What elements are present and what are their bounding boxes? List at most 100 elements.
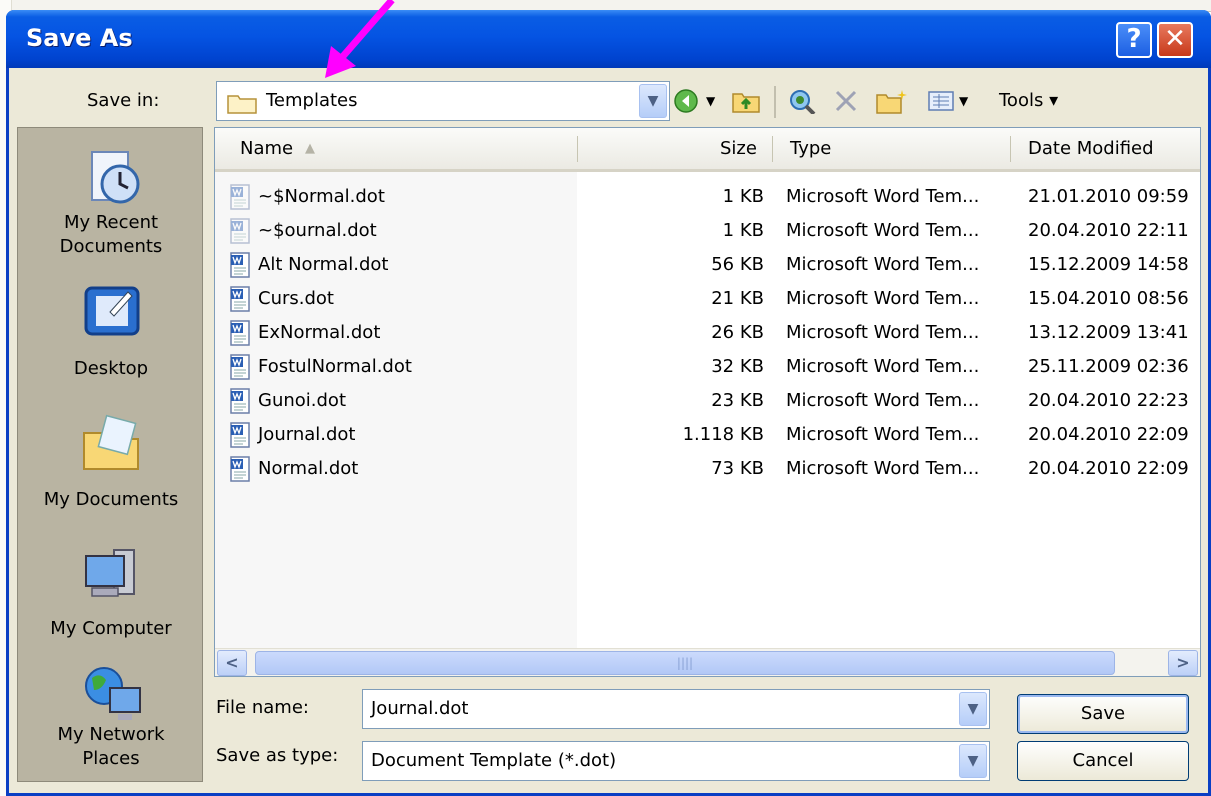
window-title: Save As: [26, 24, 133, 52]
word-template-icon: [230, 388, 250, 414]
column-header-size[interactable]: Size: [720, 138, 757, 159]
desktop-icon: [84, 286, 140, 336]
scrollbar-thumb[interactable]: ||||: [255, 651, 1115, 675]
file-type: Microsoft Word Tem...: [786, 458, 980, 479]
chevron-down-icon[interactable]: ▼: [639, 84, 667, 118]
word-template-icon: [230, 422, 250, 448]
place-my-documents[interactable]: My Documents: [18, 403, 204, 523]
chevron-down-icon[interactable]: ▼: [959, 744, 987, 778]
word-template-icon: [230, 456, 250, 482]
column-separator: [577, 136, 578, 162]
network-places-icon: [85, 667, 141, 720]
views-dropdown-icon[interactable]: ▼: [959, 94, 968, 120]
save-as-type-label: Save as type:: [216, 745, 339, 766]
word-template-icon: [230, 286, 250, 312]
place-label: My Computer: [50, 618, 172, 639]
file-size: 56 KB: [711, 254, 764, 275]
chevron-down-icon[interactable]: ▼: [959, 692, 987, 726]
file-row[interactable]: Journal.dot 1.118 KB Microsoft Word Tem...…: [215, 419, 1200, 453]
place-label: Documents: [59, 236, 163, 257]
word-template-icon: [230, 218, 250, 244]
tools-menu[interactable]: Tools ▾: [999, 90, 1058, 111]
file-date-modified: 20.04.2010 22:11: [1028, 220, 1189, 241]
place-label: Desktop: [73, 358, 149, 379]
file-type: Microsoft Word Tem...: [786, 288, 980, 309]
file-name: FostulNormal.dot: [258, 356, 412, 377]
word-template-icon: [230, 354, 250, 380]
file-name: ~$ournal.dot: [258, 220, 377, 241]
back-icon[interactable]: [673, 88, 699, 114]
word-template-icon: [230, 320, 250, 346]
file-size: 26 KB: [711, 322, 764, 343]
column-separator: [772, 136, 773, 162]
place-label: My Recent: [63, 212, 159, 233]
new-folder-icon[interactable]: [875, 88, 907, 114]
file-date-modified: 15.12.2009 14:58: [1028, 254, 1189, 275]
sort-ascending-icon: ▲: [305, 141, 315, 156]
word-template-icon: [230, 252, 250, 278]
save-in-dropdown[interactable]: Templates ▼: [216, 81, 670, 121]
place-my-computer[interactable]: My Computer: [18, 536, 204, 656]
file-date-modified: 20.04.2010 22:09: [1028, 424, 1189, 445]
search-web-icon[interactable]: [787, 88, 817, 114]
file-name: Gunoi.dot: [258, 390, 346, 411]
save-in-label: Save in:: [87, 90, 160, 111]
file-row[interactable]: ExNormal.dot 26 KB Microsoft Word Tem... 13…: [215, 317, 1200, 351]
file-row[interactable]: Curs.dot 21 KB Microsoft Word Tem... 15.04.…: [215, 283, 1200, 317]
file-size: 23 KB: [711, 390, 764, 411]
column-header-type[interactable]: Type: [790, 138, 831, 159]
file-date-modified: 20.04.2010 22:23: [1028, 390, 1189, 411]
back-dropdown-icon[interactable]: ▼: [706, 94, 715, 120]
title-bar[interactable]: Save As ? ✕: [6, 10, 1211, 68]
file-row[interactable]: Normal.dot 73 KB Microsoft Word Tem... 20.0…: [215, 453, 1200, 487]
file-type: Microsoft Word Tem...: [786, 322, 980, 343]
file-name: Curs.dot: [258, 288, 334, 309]
place-desktop[interactable]: Desktop: [18, 274, 204, 384]
save-as-type-value: Document Template (*.dot): [371, 750, 617, 771]
places-bar: My Recent Documents Desktop My Documents: [17, 127, 203, 782]
file-type: Microsoft Word Tem...: [786, 254, 980, 275]
file-row[interactable]: Alt Normal.dot 56 KB Microsoft Word Tem...…: [215, 249, 1200, 283]
file-size: 1 KB: [722, 220, 764, 241]
file-date-modified: 13.12.2009 13:41: [1028, 322, 1189, 343]
file-size: 1.118 KB: [682, 424, 764, 445]
file-date-modified: 20.04.2010 22:09: [1028, 458, 1189, 479]
file-row[interactable]: ~$Normal.dot 1 KB Microsoft Word Tem... 21.…: [215, 181, 1200, 215]
file-name-input[interactable]: Journal.dot ▼: [362, 689, 990, 729]
file-list[interactable]: Name ▲ Size Type Date Modified ~$Normal.…: [214, 127, 1201, 677]
file-row[interactable]: ~$ournal.dot 1 KB Microsoft Word Tem... 20.…: [215, 215, 1200, 249]
save-as-dialog: Save As ? ✕ Save in: Templates ▼ ▼ ▼ Too…: [6, 10, 1211, 796]
file-name: Alt Normal.dot: [258, 254, 389, 275]
close-button[interactable]: ✕: [1157, 22, 1193, 58]
file-name-value: Journal.dot: [371, 698, 469, 719]
views-icon[interactable]: [927, 88, 955, 114]
help-button[interactable]: ?: [1116, 22, 1152, 58]
file-row[interactable]: FostulNormal.dot 32 KB Microsoft Word Tem.…: [215, 351, 1200, 385]
delete-icon[interactable]: [834, 88, 858, 114]
scroll-left-arrow[interactable]: <: [217, 650, 247, 676]
file-type: Microsoft Word Tem...: [786, 356, 980, 377]
horizontal-scrollbar[interactable]: < |||| >: [215, 648, 1200, 676]
recent-documents-icon: [91, 151, 140, 204]
file-size: 32 KB: [711, 356, 764, 377]
file-type: Microsoft Word Tem...: [786, 186, 980, 207]
file-date-modified: 15.04.2010 08:56: [1028, 288, 1189, 309]
column-header-name[interactable]: Name: [240, 138, 293, 159]
column-header-date[interactable]: Date Modified: [1028, 138, 1154, 159]
save-as-type-select[interactable]: Document Template (*.dot) ▼: [362, 741, 990, 781]
scroll-right-arrow[interactable]: >: [1168, 650, 1198, 676]
place-my-recent-documents[interactable]: My Recent Documents: [18, 134, 204, 264]
up-folder-icon[interactable]: [731, 88, 761, 114]
file-size: 1 KB: [722, 186, 764, 207]
file-row[interactable]: Gunoi.dot 23 KB Microsoft Word Tem... 20.04…: [215, 385, 1200, 419]
save-button[interactable]: Save: [1017, 694, 1189, 734]
place-label: Places: [82, 748, 140, 769]
place-label: My Network: [57, 724, 165, 745]
cancel-button[interactable]: Cancel: [1017, 741, 1189, 781]
file-list-header: Name ▲ Size Type Date Modified: [215, 128, 1200, 172]
place-my-network-places[interactable]: My Network Places: [18, 658, 204, 780]
file-name: ExNormal.dot: [258, 322, 381, 343]
save-in-value: Templates: [266, 90, 358, 111]
file-type: Microsoft Word Tem...: [786, 220, 980, 241]
file-type: Microsoft Word Tem...: [786, 424, 980, 445]
